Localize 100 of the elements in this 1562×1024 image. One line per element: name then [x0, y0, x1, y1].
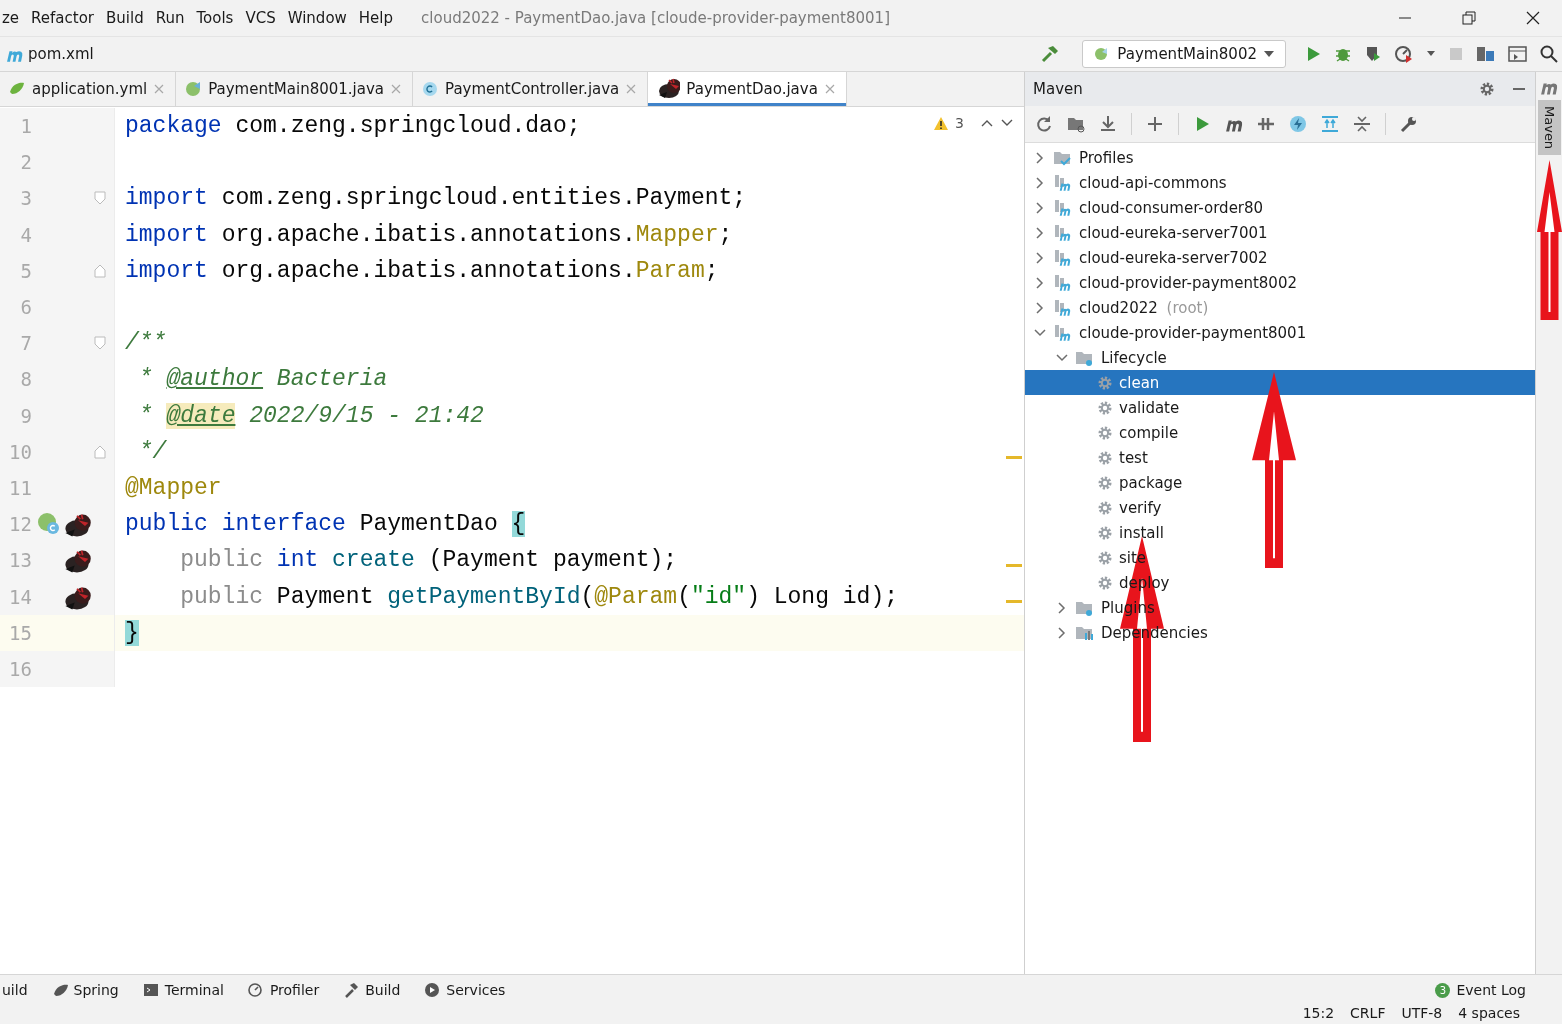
tree-item[interactable]: cloude-provider-payment8001 — [1025, 320, 1535, 345]
code-line: import com.zeng.springcloud.entities.Payment; — [125, 185, 747, 212]
tree-item[interactable]: cloud-api-commons — [1025, 170, 1535, 195]
status-item[interactable]: 15:2 — [1302, 1005, 1335, 1021]
line-number: 5 — [19, 259, 32, 282]
tool-window-button[interactable]: Terminal — [142, 982, 224, 998]
menu-item[interactable]: VCS — [239, 9, 282, 27]
terminal-icon — [142, 982, 159, 998]
line-number: 13 — [8, 549, 32, 572]
lightning-icon[interactable] — [1289, 115, 1307, 133]
menu-item[interactable]: Window — [281, 9, 353, 27]
collapse-all-icon[interactable] — [1353, 115, 1371, 133]
line-number: 3 — [19, 187, 32, 210]
settings-icon[interactable] — [1479, 81, 1495, 97]
tree-item[interactable]: install — [1025, 520, 1535, 545]
line-number: 11 — [8, 476, 32, 499]
menu-item[interactable]: Build — [100, 9, 150, 27]
hammer-icon[interactable] — [1040, 44, 1061, 64]
caret-icon[interactable] — [1426, 50, 1436, 58]
close-icon[interactable] — [1526, 11, 1540, 25]
tree-item[interactable]: cloud-eureka-server7002 — [1025, 245, 1535, 270]
code-line: * @date 2022/9/15 - 21:42 — [137, 402, 484, 429]
search-icon[interactable] — [1540, 45, 1558, 63]
tree-item[interactable]: validate — [1025, 395, 1535, 420]
leaf-icon — [51, 982, 68, 998]
editor-tab[interactable]: application.yml — [0, 72, 177, 106]
gear-icon — [1097, 574, 1113, 591]
tree-item[interactable]: cloud-consumer-order80 — [1025, 195, 1535, 220]
wrench-icon[interactable] — [1400, 115, 1418, 133]
gear-icon — [1097, 374, 1113, 391]
tool-window-button[interactable]: Profiler — [247, 982, 320, 998]
menu-item[interactable]: Help — [352, 9, 400, 27]
tool-window-button[interactable]: Spring — [51, 982, 119, 998]
shield-icon[interactable] — [1364, 45, 1382, 63]
chevron-up-icon[interactable] — [980, 118, 994, 128]
gear-icon — [1097, 424, 1113, 441]
code-line: public Payment getPaymentById(@Param("id") Long id); — [179, 583, 898, 610]
add-icon[interactable] — [1146, 115, 1164, 133]
code-line: import org.apache.ibatis.annotations.Param; — [125, 257, 719, 284]
refresh-icon[interactable] — [1035, 115, 1053, 133]
class-icon — [421, 80, 440, 98]
line-number: 4 — [19, 223, 32, 246]
code-line: public int create (Payment payment); — [179, 547, 678, 574]
module-icon — [1053, 198, 1073, 217]
terminal-window-icon[interactable] — [1508, 45, 1528, 63]
tool-window-button[interactable]: Services — [424, 982, 506, 998]
menu-item[interactable]: Tools — [190, 9, 240, 27]
tree-item[interactable]: cloud-eureka-server7001 — [1025, 220, 1535, 245]
project-structure-icon[interactable] — [1476, 45, 1496, 63]
hammer-icon — [343, 982, 360, 998]
tool-window-button[interactable]: uild — [2, 982, 28, 998]
event-log-button[interactable]: 3 Event Log — [1435, 982, 1562, 998]
editor-tab[interactable]: PaymentMain8001.java — [176, 72, 414, 106]
module-icon — [1053, 273, 1073, 292]
tree-item[interactable]: cloud-provider-payment8002 — [1025, 270, 1535, 295]
count-badge: 3 — [1435, 982, 1451, 998]
chevron-down-icon[interactable] — [1000, 118, 1014, 128]
run-config-dropdown[interactable]: PaymentMain8002 — [1082, 40, 1286, 68]
gear-icon — [1097, 499, 1113, 516]
menu-item[interactable]: ze — [0, 9, 26, 27]
status-item[interactable]: CRLF — [1350, 1005, 1386, 1021]
caret-icon — [1263, 50, 1275, 58]
gear-icon — [1097, 449, 1113, 466]
menu-item[interactable]: Refactor — [25, 9, 101, 27]
tree-item[interactable]: verify — [1025, 495, 1535, 520]
tree-item[interactable]: Profiles — [1025, 145, 1535, 170]
code-line: @Mapper — [125, 474, 222, 501]
line-number: 10 — [8, 440, 32, 463]
status-item[interactable]: UTF-8 — [1401, 1005, 1443, 1021]
line-number: 14 — [8, 585, 32, 608]
line-number: 9 — [19, 404, 32, 427]
warning-count[interactable]: 3 — [955, 115, 964, 131]
file-breadcrumb[interactable]: pom.xml — [28, 45, 94, 63]
tool-window-button[interactable]: Build — [343, 982, 401, 998]
code-line: */ — [137, 438, 167, 465]
panel-title: Maven — [1033, 80, 1083, 98]
code-line: package com.zeng.springcloud.dao; — [125, 113, 581, 140]
tree-item[interactable]: cloud2022 (root) — [1025, 295, 1535, 320]
folder-refresh-icon[interactable] — [1067, 115, 1085, 133]
restore-icon[interactable] — [1462, 11, 1476, 25]
warning-icon — [933, 115, 950, 131]
tree-item[interactable]: Lifecycle — [1025, 345, 1535, 370]
menu-item[interactable]: Run — [149, 9, 191, 27]
module-icon — [1053, 223, 1073, 242]
line-number: 2 — [19, 151, 32, 174]
side-tab[interactable]: Maven — [1537, 100, 1561, 156]
status-item[interactable]: 4 spaces — [1458, 1005, 1520, 1021]
tree-item[interactable]: package — [1025, 470, 1535, 495]
tree-item[interactable]: test — [1025, 445, 1535, 470]
tree-item[interactable]: clean — [1025, 370, 1535, 395]
code-line: public interface PaymentDao { — [125, 511, 526, 538]
line-number: 7 — [19, 332, 32, 355]
editor-tab[interactable]: PaymentDao.java — [648, 72, 847, 106]
line-number: 15 — [8, 621, 32, 644]
download-icon[interactable] — [1099, 115, 1117, 133]
tree-item[interactable]: compile — [1025, 420, 1535, 445]
line-number: 12 — [8, 513, 32, 536]
gear-icon — [1097, 524, 1113, 541]
gauge-icon[interactable] — [1394, 45, 1414, 63]
gear-icon — [1097, 399, 1113, 416]
